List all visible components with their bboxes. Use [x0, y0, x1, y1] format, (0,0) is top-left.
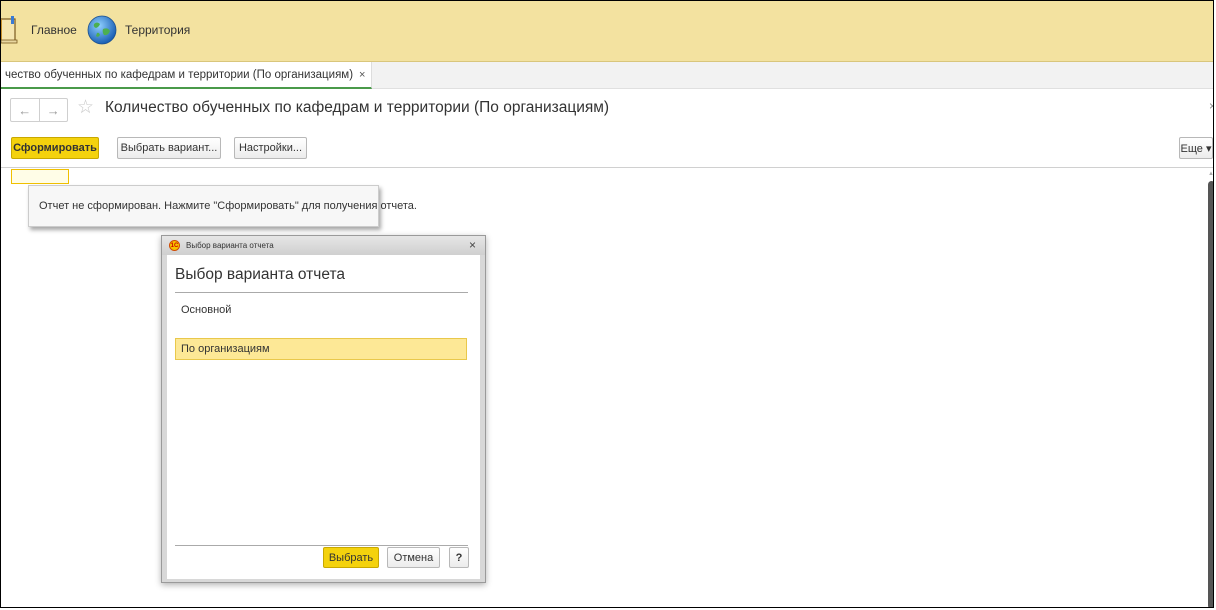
variant-item-by-organizations[interactable]: По организациям — [175, 338, 467, 360]
close-form-icon[interactable]: × — [1209, 99, 1213, 113]
open-window-tab[interactable]: чество обученных по кафедрам и территори… — [1, 62, 373, 89]
help-button[interactable]: ? — [449, 547, 469, 568]
forward-arrow-icon[interactable]: → — [38, 99, 68, 121]
section-label-main: Главное — [31, 23, 77, 37]
globe-icon — [87, 15, 117, 45]
more-button[interactable]: Еще ▾ — [1179, 137, 1213, 159]
app-window: Главное Территория чество обученных по к… — [0, 0, 1214, 608]
page-title: Количество обученных по кафедрам и терри… — [105, 99, 610, 116]
cancel-button[interactable]: Отмена — [387, 547, 440, 568]
tab-close-icon[interactable]: × — [359, 69, 365, 81]
dialog-window-title: Выбор варианта отчета — [186, 241, 274, 250]
dialog-close-icon[interactable]: × — [469, 238, 476, 252]
generate-button[interactable]: Сформировать — [11, 137, 99, 159]
dialog-body: Выбор варианта отчета Основной По органи… — [167, 255, 480, 579]
variant-dialog: 1С Выбор варианта отчета × Выбор вариант… — [161, 235, 486, 583]
scrollbar-thumb[interactable] — [1208, 181, 1213, 607]
section-label-territory: Территория — [125, 23, 191, 37]
dialog-titlebar[interactable]: 1С Выбор варианта отчета × — [162, 236, 485, 255]
scroll-up-icon[interactable]: ▲ — [1208, 171, 1213, 177]
active-cell[interactable] — [11, 169, 69, 184]
nav-buttons: ← → — [10, 98, 68, 122]
dialog-heading: Выбор варианта отчета — [175, 266, 346, 283]
select-button[interactable]: Выбрать — [323, 547, 379, 568]
app-logo-icon: 1С — [169, 240, 180, 251]
open-window-tab-label: чество обученных по кафедрам и территори… — [5, 68, 354, 81]
report-divider — [1, 167, 1213, 168]
settings-button[interactable]: Настройки... — [234, 137, 307, 159]
section-territory[interactable]: Территория — [87, 15, 190, 45]
report-status-message: Отчет не сформирован. Нажмите "Сформиров… — [28, 185, 417, 227]
variant-list: Основной По организациям — [175, 292, 468, 546]
section-main[interactable]: Главное — [1, 15, 77, 45]
section-panel: Главное Территория — [1, 1, 1213, 62]
favorite-star-icon[interactable]: ☆ — [77, 97, 94, 119]
back-arrow-icon[interactable]: ← — [11, 99, 39, 121]
variant-item-main[interactable]: Основной — [175, 299, 467, 321]
choose-variant-button[interactable]: Выбрать вариант... — [117, 137, 221, 159]
book-icon — [1, 16, 18, 44]
open-windows-bar: чество обученных по кафедрам и территори… — [1, 62, 1213, 89]
